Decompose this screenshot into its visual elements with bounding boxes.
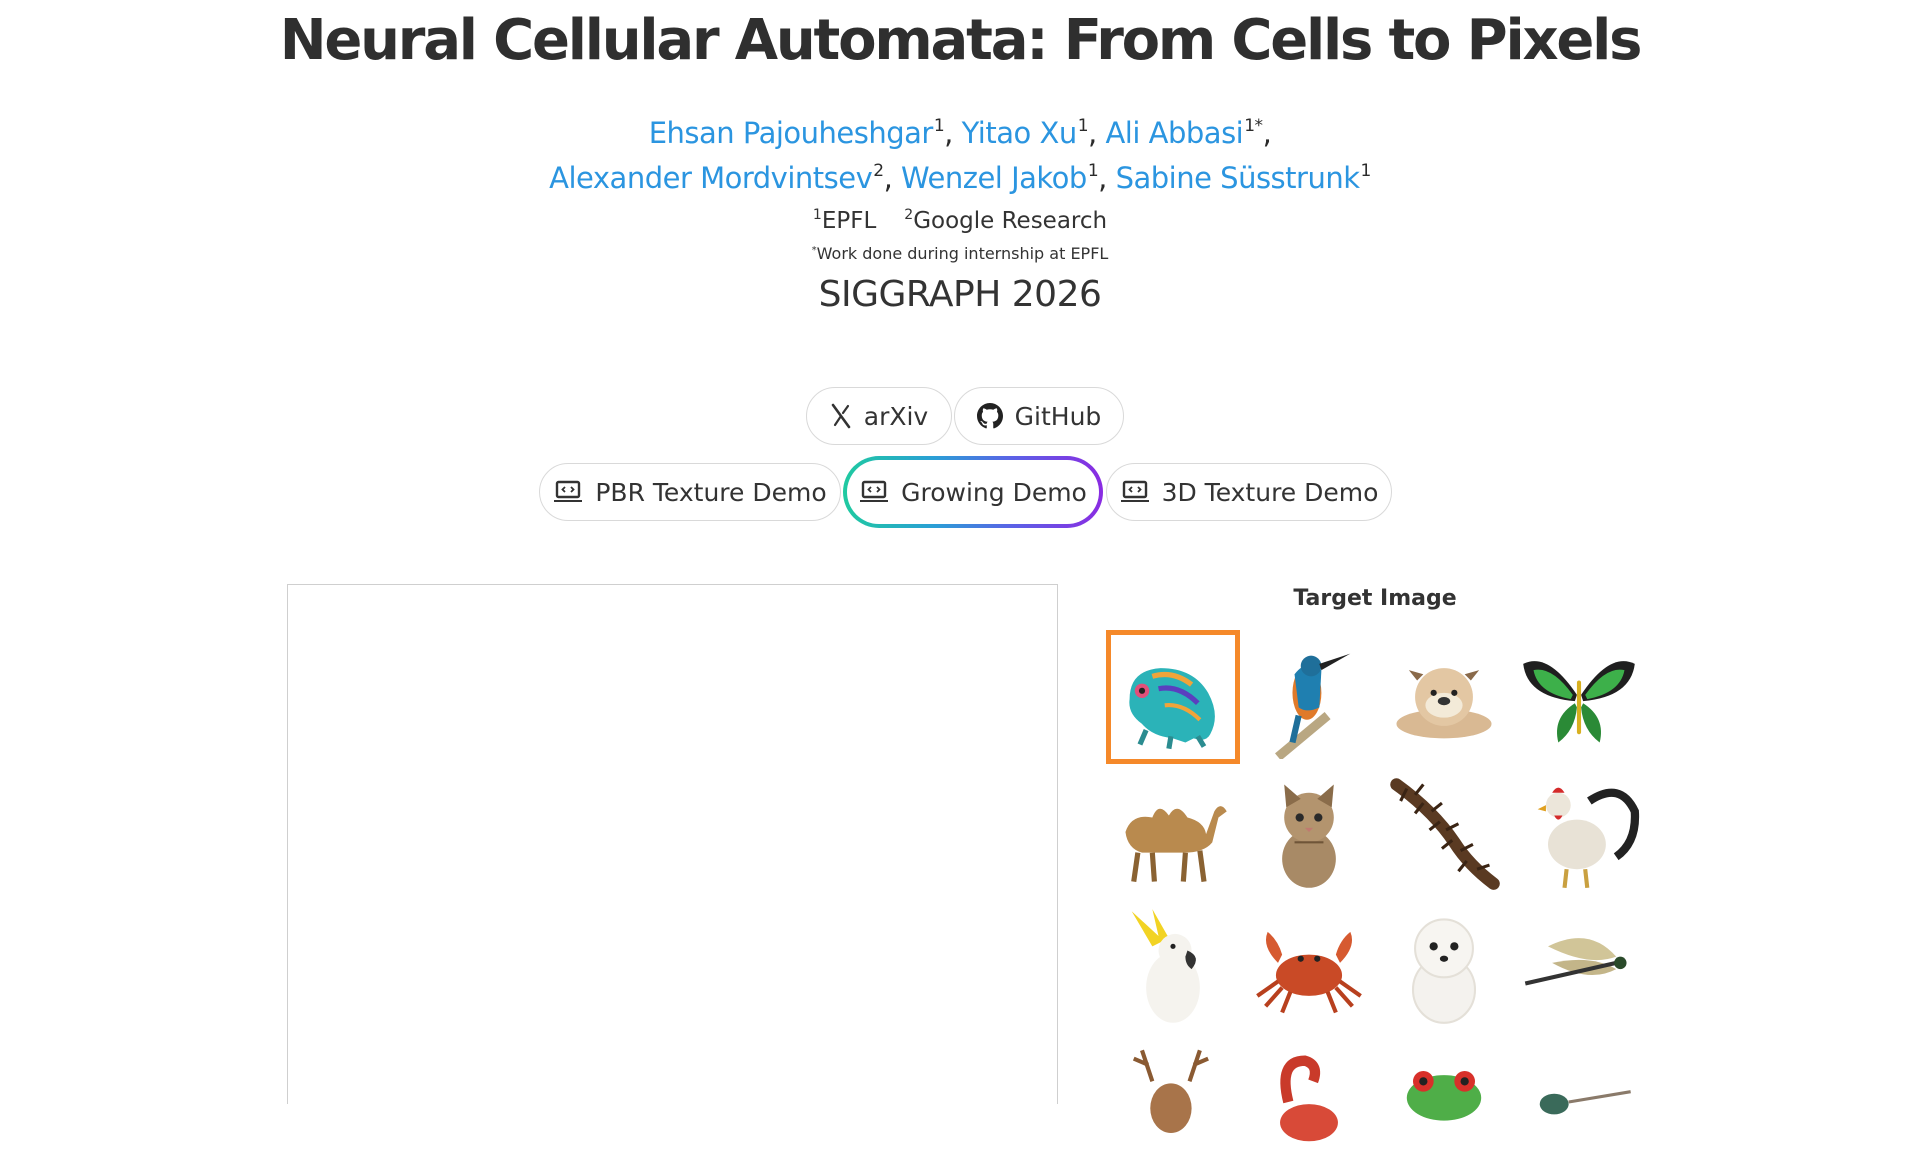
flamingo-image [1280,1055,1338,1142]
target-thumb-butterfly[interactable] [1512,630,1646,764]
target-thumb-centipede[interactable] [1377,765,1511,899]
arxiv-label: arXiv [863,401,929,431]
growing-demo-active-ring: Growing Demo [843,456,1103,528]
target-thumb-kitten[interactable] [1242,765,1376,899]
target-thumb-bird[interactable] [1512,1035,1646,1169]
tree-frog-image [1406,1071,1482,1121]
author-affil-sup: 1 [1087,161,1099,181]
affiliations: 1EPFL 2Google Research [812,207,1108,234]
growing-demo-label: Growing Demo [901,477,1087,507]
centipede-image [1390,778,1500,890]
arxiv-icon [831,403,851,429]
target-thumb-rooster[interactable] [1512,765,1646,899]
author-link-alexander[interactable]: Alexander Mordvintsev [549,161,873,195]
target-thumb-pomeranian[interactable] [1377,900,1511,1034]
rooster-image [1537,787,1640,889]
kitten-image [1282,784,1336,888]
author-affil-sup: 1* [1244,116,1263,136]
butterfly-image [1523,661,1635,743]
target-thumb-flamingo[interactable] [1242,1035,1376,1169]
target-thumb-bulldog[interactable] [1377,630,1511,764]
venue: SIGGRAPH 2026 [818,274,1102,315]
authors-line-1: Ehsan Pajouheshgar1, Yitao Xu1, Ali Abba… [648,116,1272,150]
author-affil-sup: 2 [873,161,884,181]
github-button[interactable]: GitHub [954,387,1124,445]
target-thumb-tree-frog[interactable] [1377,1035,1511,1169]
growing-demo-button[interactable]: Growing Demo [847,460,1099,524]
target-thumb-kingfisher[interactable] [1242,630,1376,764]
target-thumb-dragonfly[interactable] [1512,900,1646,1034]
internship-note: *Work done during internship at EPFL [811,244,1109,263]
target-thumb-chameleon[interactable] [1106,630,1240,764]
author-link-yitao[interactable]: Yitao Xu [962,116,1078,150]
author-affil-sup: 1 [1360,161,1372,181]
pomeranian-image [1411,918,1477,1024]
pbr-texture-demo-label: PBR Texture Demo [595,477,827,507]
author-link-ehsan[interactable]: Ehsan Pajouheshgar [649,116,934,150]
arxiv-button[interactable]: arXiv [806,387,952,445]
kingfisher-image [1275,653,1351,759]
cockatoo-image [1131,909,1200,1023]
page-title: Neural Cellular Automata: From Cells to … [279,8,1643,73]
laptop-code-icon [860,480,889,502]
github-label: GitHub [1014,401,1102,431]
github-icon [976,403,1003,429]
3d-texture-demo-label: 3D Texture Demo [1161,477,1379,507]
bulldog-image [1396,668,1492,739]
authors-line-2: Alexander Mordvintsev2, Wenzel Jakob1, S… [549,161,1372,195]
affiliation-google: Google Research [913,208,1108,234]
nca-demo-canvas[interactable] [287,584,1058,1104]
target-thumb-deer[interactable] [1106,1035,1240,1169]
laptop-code-icon [1120,480,1149,502]
author-link-ali[interactable]: Ali Abbasi [1105,116,1243,150]
author-link-wenzel[interactable]: Wenzel Jakob [901,161,1087,195]
chameleon-image [1129,668,1215,750]
camel-image [1125,806,1227,882]
author-link-sabine[interactable]: Sabine Süsstrunk [1116,161,1360,195]
target-thumb-crab[interactable] [1242,900,1376,1034]
crab-image [1256,931,1362,1014]
dragonfly-image [1524,938,1627,986]
laptop-code-icon [554,480,583,502]
3d-texture-demo-button[interactable]: 3D Texture Demo [1106,463,1392,521]
bird-image [1539,1090,1631,1115]
target-image-title: Target Image [1293,586,1457,611]
affiliation-epfl: EPFL [821,208,877,234]
target-thumb-camel[interactable] [1106,765,1240,899]
deer-image [1132,1049,1209,1133]
author-affil-sup: 1 [933,116,945,136]
pbr-texture-demo-button[interactable]: PBR Texture Demo [539,463,841,521]
target-thumb-cockatoo[interactable] [1106,900,1240,1034]
author-affil-sup: 1 [1077,116,1089,136]
